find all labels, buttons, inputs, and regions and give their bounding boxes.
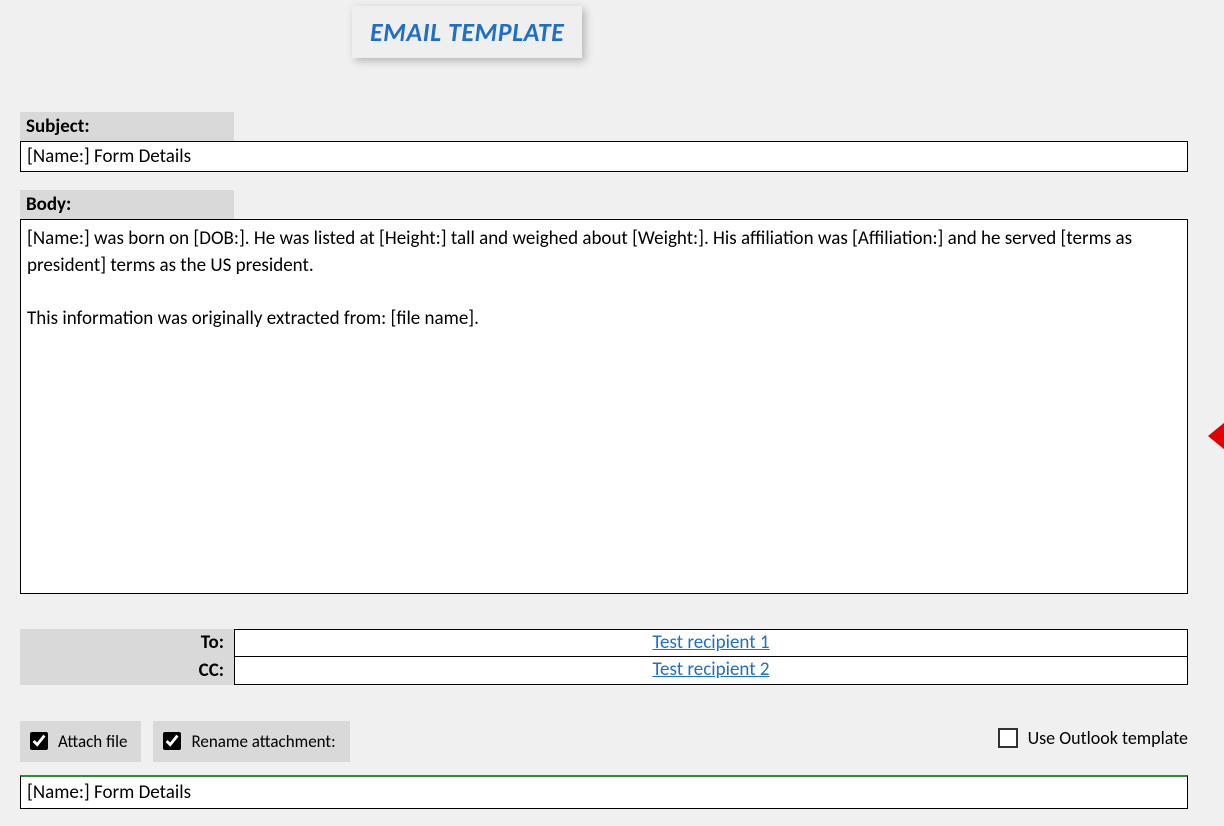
body-textarea[interactable] — [20, 219, 1188, 594]
rename-attachment-input[interactable] — [20, 775, 1188, 809]
attach-file-option[interactable]: Attach file — [20, 721, 141, 762]
cc-recipient-link[interactable]: Test recipient 2 — [234, 657, 1188, 685]
use-outlook-template-checkbox[interactable] — [998, 728, 1018, 748]
to-recipient-link[interactable]: Test recipient 1 — [234, 629, 1188, 657]
attach-file-checkbox[interactable] — [30, 732, 48, 750]
cc-label: CC: — [20, 657, 234, 685]
use-outlook-template-label: Use Outlook template — [1028, 727, 1188, 749]
to-label: To: — [20, 629, 234, 657]
subject-label: Subject: — [20, 112, 234, 141]
options-row: Attach file Rename attachment: Use Outlo… — [20, 719, 1188, 763]
subject-section: Subject: — [20, 112, 1204, 172]
use-outlook-template-option[interactable]: Use Outlook template — [998, 727, 1188, 749]
body-label: Body: — [20, 190, 234, 219]
recipients-table: To: Test recipient 1 CC: Test recipient … — [20, 629, 1188, 685]
body-section: Body: — [20, 190, 1204, 599]
rename-attachment-option[interactable]: Rename attachment: — [153, 721, 349, 762]
arrow-left-icon — [1208, 418, 1224, 454]
page-title: EMAIL TEMPLATE — [352, 6, 582, 58]
rename-attachment-label: Rename attachment: — [191, 731, 335, 752]
attach-file-label: Attach file — [58, 731, 127, 752]
rename-attachment-checkbox[interactable] — [163, 732, 181, 750]
subject-input[interactable] — [20, 141, 1188, 172]
